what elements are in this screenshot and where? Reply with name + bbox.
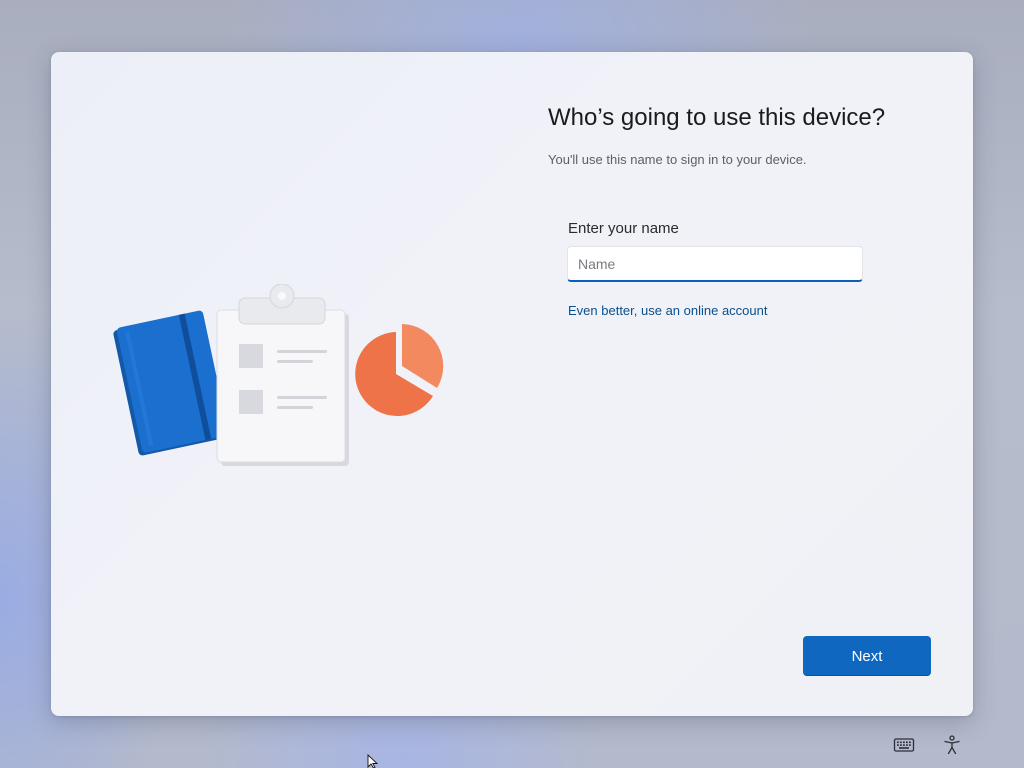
pie-chart-icon (355, 324, 444, 416)
online-account-link[interactable]: Even better, use an online account (568, 303, 767, 318)
name-input[interactable] (567, 246, 863, 282)
page-title: Who’s going to use this device? (548, 104, 886, 131)
keyboard-icon[interactable] (892, 733, 916, 757)
notebook-icon (113, 310, 229, 456)
next-button[interactable]: Next (803, 636, 931, 676)
mouse-pointer-icon (367, 754, 379, 768)
clipboard-icon (216, 284, 349, 466)
oobe-dialog: Who’s going to use this device? You'll u… (51, 52, 973, 716)
setup-illustration (113, 284, 444, 466)
page-subtitle: You'll use this name to sign in to your … (548, 152, 807, 167)
name-field-label: Enter your name (568, 220, 679, 237)
accessibility-icon[interactable] (940, 733, 964, 757)
